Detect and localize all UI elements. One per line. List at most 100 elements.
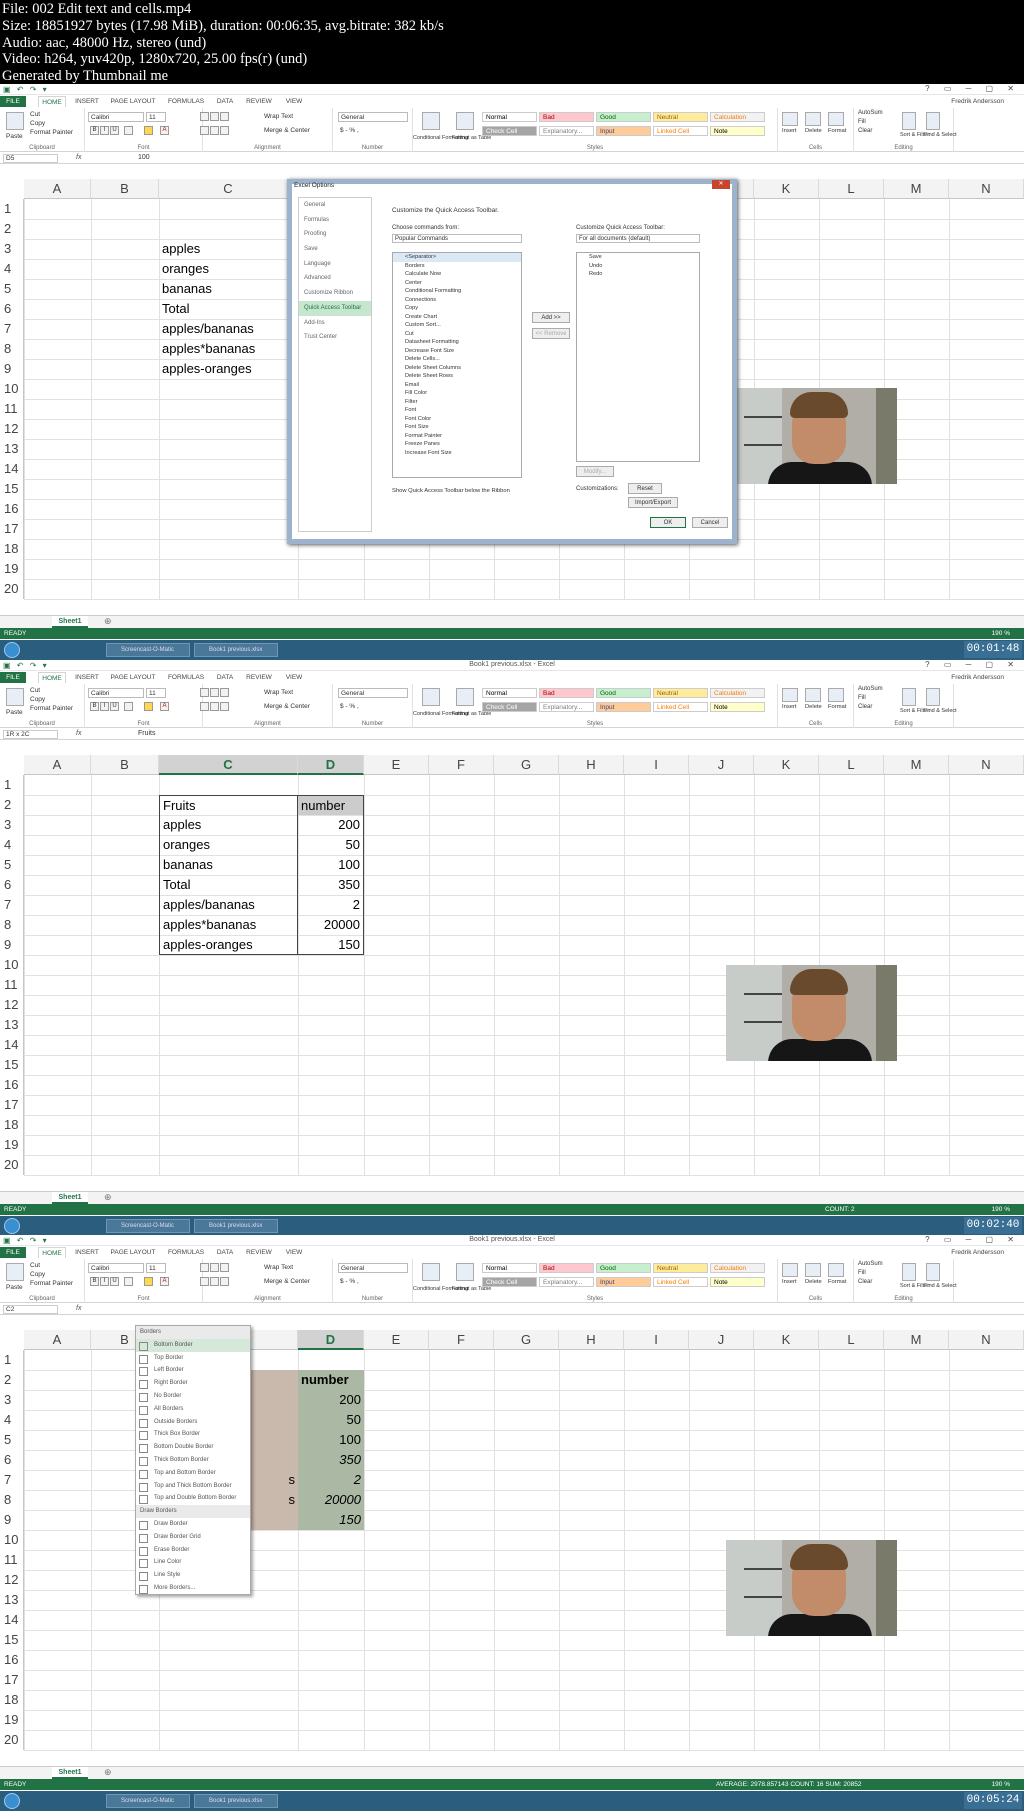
fill-color-icon[interactable] bbox=[144, 126, 153, 135]
style-good[interactable]: Good bbox=[596, 112, 651, 122]
modify-button[interactable]: Modify... bbox=[576, 466, 614, 477]
style-calculation[interactable]: Calculation bbox=[710, 688, 765, 698]
border-option-thick-box-border[interactable]: Thick Box Border bbox=[136, 1428, 250, 1441]
command-item[interactable]: Delete Sheet Rows bbox=[393, 372, 521, 381]
clipboard-copy[interactable]: Copy bbox=[30, 1271, 45, 1278]
add-button[interactable]: Add >> bbox=[532, 312, 570, 323]
zoom-level[interactable]: 190 % bbox=[992, 1204, 1010, 1215]
tab-insert[interactable]: INSERT bbox=[74, 672, 100, 683]
clipboard-copy[interactable]: Copy bbox=[30, 120, 45, 127]
format-as-table-icon[interactable] bbox=[456, 1263, 474, 1281]
toolbar-item-redo[interactable]: Redo bbox=[577, 270, 699, 279]
cell-C3[interactable]: apples bbox=[159, 239, 298, 259]
choose-commands-select[interactable]: Popular Commands bbox=[392, 234, 522, 243]
style-check-cell[interactable]: Check Cell bbox=[482, 1277, 537, 1287]
style-bad[interactable]: Bad bbox=[539, 112, 594, 122]
row-header-17[interactable]: 17 bbox=[0, 1095, 24, 1115]
command-item[interactable]: Datasheet Formatting bbox=[393, 338, 521, 347]
row-header-18[interactable]: 18 bbox=[0, 1115, 24, 1135]
number-format-box[interactable]: General bbox=[338, 688, 408, 698]
row-header-7[interactable]: 7 bbox=[0, 1470, 24, 1490]
column-header-B[interactable]: B bbox=[91, 179, 159, 199]
row-header-4[interactable]: 4 bbox=[0, 835, 24, 855]
nav-item-quick-access-toolbar[interactable]: Quick Access Toolbar bbox=[299, 300, 371, 316]
border-option-bottom-border[interactable]: Bottom Border bbox=[136, 1338, 250, 1352]
taskbar-item-1[interactable]: Book1 previous.xlsx bbox=[194, 1219, 278, 1233]
border-option-right-border[interactable]: Right Border bbox=[136, 1377, 250, 1390]
cells-format-icon[interactable] bbox=[828, 112, 844, 126]
editing-fill-button[interactable]: Fill bbox=[858, 695, 866, 701]
style-linked-cell[interactable]: Linked Cell bbox=[653, 702, 708, 712]
paste-icon[interactable] bbox=[6, 688, 24, 706]
column-header-K[interactable]: K bbox=[754, 179, 819, 199]
column-header-F[interactable]: F bbox=[429, 755, 494, 775]
number-format-box[interactable]: General bbox=[338, 1263, 408, 1273]
clipboard-cut[interactable]: Cut bbox=[30, 1262, 40, 1269]
user-name[interactable]: Fredrik Andersson bbox=[951, 98, 1004, 105]
wrap-text-button[interactable]: Wrap Text bbox=[264, 1264, 293, 1271]
cell-C2[interactable]: Fruits bbox=[159, 795, 298, 815]
border-option-top-and-bottom-border[interactable]: Top and Bottom Border bbox=[136, 1467, 250, 1480]
row-header-19[interactable]: 19 bbox=[0, 1135, 24, 1155]
nav-item-language[interactable]: Language bbox=[299, 257, 371, 272]
format-as-table-icon[interactable] bbox=[456, 688, 474, 706]
row-header-13[interactable]: 13 bbox=[0, 1015, 24, 1035]
format-italic-icon[interactable]: I bbox=[100, 126, 109, 135]
paste-icon[interactable] bbox=[6, 1263, 24, 1281]
format-underline-icon[interactable]: U bbox=[110, 1277, 119, 1286]
remove-button[interactable]: << Remove bbox=[532, 328, 570, 339]
editing-autosum-button[interactable]: AutoSum bbox=[858, 110, 883, 116]
cells-insert-label[interactable]: Insert bbox=[782, 128, 797, 134]
clipboard-format-painter[interactable]: Format Painter bbox=[30, 129, 73, 136]
format-bold-icon[interactable]: B bbox=[90, 702, 99, 711]
find-select-button[interactable]: Find & Select bbox=[924, 708, 957, 714]
style-input[interactable]: Input bbox=[596, 702, 651, 712]
window-controls[interactable]: ? ▭ ─ ▢ ✕ bbox=[925, 84, 1020, 93]
start-button[interactable] bbox=[4, 1218, 20, 1234]
tab-review[interactable]: REVIEW bbox=[243, 1247, 275, 1258]
row-header-4[interactable]: 4 bbox=[0, 259, 24, 279]
editing-clear-button[interactable]: Clear bbox=[858, 704, 872, 710]
import-export-button[interactable]: Import/Export bbox=[628, 497, 678, 508]
cell-D7[interactable]: 2 bbox=[298, 895, 364, 915]
command-item[interactable]: Cut bbox=[393, 330, 521, 339]
tab-page-layout[interactable]: PAGE LAYOUT bbox=[108, 1247, 158, 1258]
clipboard-cut[interactable]: Cut bbox=[30, 687, 40, 694]
row-header-4[interactable]: 4 bbox=[0, 1410, 24, 1430]
cell-C7[interactable]: apples/bananas bbox=[159, 895, 298, 915]
cell-C9[interactable]: apples-oranges bbox=[159, 935, 298, 955]
editing-clear-button[interactable]: Clear bbox=[858, 128, 872, 134]
tab-formulas[interactable]: FORMULAS bbox=[165, 1247, 207, 1258]
row-header-12[interactable]: 12 bbox=[0, 1570, 24, 1590]
conditional-formatting-icon[interactable] bbox=[422, 688, 440, 706]
name-box[interactable]: D5 bbox=[3, 154, 58, 163]
draw-option-draw-border-grid[interactable]: Draw Border Grid bbox=[136, 1531, 250, 1544]
style-good[interactable]: Good bbox=[596, 1263, 651, 1273]
row-header-6[interactable]: 6 bbox=[0, 299, 24, 319]
row-header-1[interactable]: 1 bbox=[0, 199, 24, 219]
align-top-2-icon[interactable] bbox=[220, 688, 229, 697]
cell-C9[interactable]: apples-oranges bbox=[159, 359, 298, 379]
find-select-icon[interactable] bbox=[926, 1263, 940, 1281]
cell-C6[interactable]: Total bbox=[159, 875, 298, 895]
command-item[interactable]: Copy bbox=[393, 304, 521, 313]
font-size-box[interactable]: 11 bbox=[146, 688, 166, 698]
row-header-20[interactable]: 20 bbox=[0, 1730, 24, 1750]
align-h-2-icon[interactable] bbox=[220, 1277, 229, 1286]
format-bold-icon[interactable]: B bbox=[90, 1277, 99, 1286]
format-underline-icon[interactable]: U bbox=[110, 126, 119, 135]
border-option-thick-bottom-border[interactable]: Thick Bottom Border bbox=[136, 1454, 250, 1467]
tab-formulas[interactable]: FORMULAS bbox=[165, 672, 207, 683]
border-option-top-border[interactable]: Top Border bbox=[136, 1352, 250, 1365]
column-header-J[interactable]: J bbox=[689, 1330, 754, 1350]
column-header-C[interactable]: C bbox=[159, 179, 298, 199]
command-item[interactable]: Decrease Font Size bbox=[393, 347, 521, 356]
style-calculation[interactable]: Calculation bbox=[710, 112, 765, 122]
style-normal[interactable]: Normal bbox=[482, 688, 537, 698]
font-size-box[interactable]: 11 bbox=[146, 112, 166, 122]
sort-filter-icon[interactable] bbox=[902, 112, 916, 130]
tab-view[interactable]: VIEW bbox=[283, 672, 305, 683]
merge-center-button[interactable]: Merge & Center bbox=[264, 703, 310, 710]
column-header-I[interactable]: I bbox=[624, 1330, 689, 1350]
style-note[interactable]: Note bbox=[710, 702, 765, 712]
